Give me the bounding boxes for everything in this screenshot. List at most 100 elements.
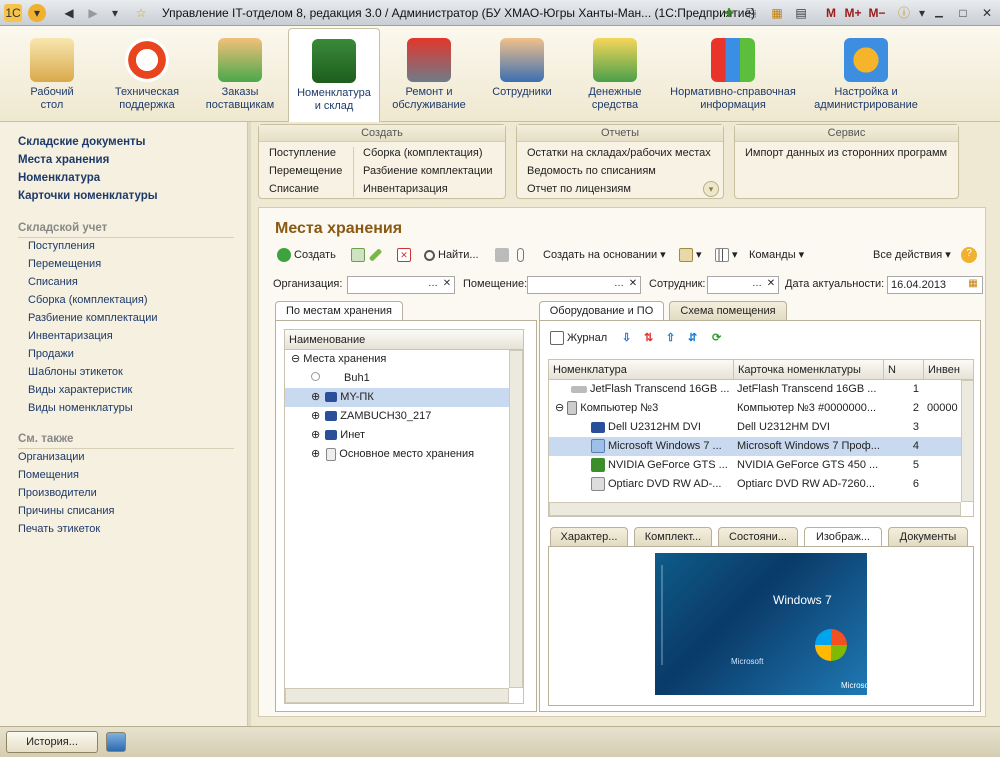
calendar-icon[interactable]: ▦	[966, 277, 980, 293]
section-reference[interactable]: Нормативно-справочная информация	[666, 28, 800, 120]
nav-item[interactable]: Шаблоны этикеток	[28, 366, 123, 378]
copy-button[interactable]	[351, 245, 368, 265]
forward-icon[interactable]: ▶	[84, 4, 102, 22]
nav-item[interactable]: Печать этикеток	[18, 523, 100, 535]
nav-item[interactable]: Перемещения	[28, 258, 101, 270]
report-button[interactable]: ▾	[715, 245, 738, 265]
tree-header[interactable]: Наименование	[285, 330, 523, 350]
calendar-icon[interactable]: ▦	[768, 4, 786, 22]
create-link[interactable]: Перемещение	[269, 165, 342, 177]
favorite-star-icon[interactable]: ☆	[132, 4, 150, 22]
expand-icon[interactable]: ▾	[703, 181, 719, 197]
create-link[interactable]: Поступление	[269, 147, 336, 159]
print-button[interactable]: ▾	[679, 245, 702, 265]
clear-icon[interactable]: ✕	[626, 277, 640, 293]
expand-icon[interactable]: ⊕	[311, 429, 320, 441]
tree-item[interactable]: ⊕ ZAMBUCH30_217	[285, 407, 509, 426]
help-button[interactable]: ?	[961, 245, 980, 265]
edit-button[interactable]	[368, 245, 383, 265]
expand-icon[interactable]: ⊕	[311, 448, 320, 460]
nav-item[interactable]: Продажи	[28, 348, 74, 360]
move-in-button[interactable]: ⇩	[622, 328, 631, 348]
section-support[interactable]: Техническая поддержка	[106, 28, 188, 120]
history-dropdown-icon[interactable]: ▾	[106, 4, 124, 22]
tab-image[interactable]: Изображ...	[804, 527, 882, 546]
section-money[interactable]: Денежные средства	[576, 28, 654, 120]
splitter[interactable]	[247, 122, 251, 726]
memory-button[interactable]: M	[822, 4, 840, 22]
tab-equipment[interactable]: Оборудование и ПО	[539, 301, 664, 320]
info-icon[interactable]: ⓘ	[895, 4, 913, 22]
tab-components[interactable]: Комплект...	[634, 527, 712, 546]
select-icon[interactable]: …	[612, 277, 626, 293]
nav-item[interactable]: Виды характеристик	[28, 384, 132, 396]
nav-item[interactable]: Производители	[18, 487, 97, 499]
tab-documents[interactable]: Документы	[888, 527, 968, 546]
tree-item[interactable]: Buh1	[285, 369, 509, 388]
nav-nomenclature[interactable]: Номенклатура	[18, 172, 100, 184]
sort-button[interactable]: ⇵	[688, 328, 697, 348]
table-row[interactable]: NVIDIA GeForce GTS ... NVIDIA GeForce GT…	[549, 456, 961, 475]
section-nomenclature[interactable]: Номенклатура и склад	[288, 28, 380, 122]
nav-item[interactable]: Сборка (комплектация)	[28, 294, 148, 306]
nav-item[interactable]: Инвентаризация	[28, 330, 113, 342]
col-nomenclature[interactable]: Номенклатура	[553, 360, 733, 380]
tab-by-storage[interactable]: По местам хранения	[275, 301, 403, 320]
grid-vscrollbar[interactable]	[961, 380, 973, 502]
nav-item[interactable]: Списания	[28, 276, 78, 288]
commands-button[interactable]: Команды ▾	[749, 245, 804, 265]
collapse-icon[interactable]: ⊖	[291, 353, 300, 365]
section-admin[interactable]: Настройка и администрирование	[808, 28, 924, 120]
section-desktop[interactable]: Рабочий стол	[12, 28, 92, 120]
create-link[interactable]: Инвентаризация	[363, 183, 448, 195]
back-icon[interactable]: ◀	[60, 4, 78, 22]
create-button[interactable]: Создать	[277, 245, 336, 265]
info-dropdown-icon[interactable]: ▾	[913, 4, 931, 22]
grid-hscrollbar[interactable]	[549, 502, 961, 516]
table-row[interactable]: Microsoft Windows 7 ... Microsoft Window…	[549, 437, 961, 456]
table-row[interactable]: JetFlash Transcend 16GB ... JetFlash Tra…	[549, 380, 961, 399]
date-field[interactable]: 16.04.2013 ▦	[887, 276, 983, 294]
nav-item[interactable]: Поступления	[28, 240, 95, 252]
tree-root[interactable]: ⊖ Места хранения	[285, 350, 509, 369]
org-field[interactable]: … ✕	[347, 276, 455, 294]
windows-list-icon[interactable]	[106, 732, 126, 752]
col-card[interactable]: Карточка номенклатуры	[733, 360, 883, 380]
nav-warehouse-docs[interactable]: Складские документы	[18, 136, 146, 148]
create-based-button[interactable]: Создать на основании ▾	[543, 245, 666, 265]
clear-icon[interactable]: ✕	[440, 277, 454, 293]
nav-item[interactable]: Причины списания	[18, 505, 114, 517]
journal-button[interactable]: Журнал	[550, 328, 607, 348]
minimize-icon[interactable]: ▁	[930, 4, 948, 22]
nav-item[interactable]: Помещения	[18, 469, 79, 481]
tree-item[interactable]: ⊕ Основное место хранения	[285, 445, 509, 464]
table-row[interactable]: ⊖ Компьютер №3 Компьютер №3 #0000000... …	[549, 399, 961, 418]
all-actions-button[interactable]: Все действия ▾	[873, 245, 951, 265]
tree-hscrollbar[interactable]	[285, 688, 509, 703]
report-link[interactable]: Остатки на складах/рабочих местах	[527, 147, 711, 159]
tree-item[interactable]: ⊕ MY-ПК	[285, 388, 509, 407]
history-button[interactable]: История...	[6, 731, 98, 753]
create-link[interactable]: Сборка (комплектация)	[363, 147, 483, 159]
close-icon[interactable]: ✕	[978, 4, 996, 22]
nav-item[interactable]: Организации	[18, 451, 85, 463]
memory-minus-button[interactable]: M−	[866, 4, 888, 22]
expand-icon[interactable]: ⊕	[311, 410, 320, 422]
room-field[interactable]: … ✕	[527, 276, 641, 294]
nav-nomenclature-cards[interactable]: Карточки номенклатуры	[18, 190, 158, 202]
report-link[interactable]: Отчет по лицензиям	[527, 183, 631, 195]
tab-states[interactable]: Состояни...	[718, 527, 798, 546]
move-up-button[interactable]: ⇧	[666, 328, 675, 348]
report-link[interactable]: Ведомость по списаниям	[527, 165, 656, 177]
create-link[interactable]: Разбиение комплектации	[363, 165, 493, 177]
section-employees[interactable]: Сотрудники	[484, 28, 560, 120]
col-inv[interactable]: Инвен	[923, 360, 973, 380]
table-row[interactable]: Dell U2312HM DVI Dell U2312HM DVI 3	[549, 418, 961, 437]
col-n[interactable]: N	[883, 360, 923, 380]
tree-vscrollbar[interactable]	[509, 350, 523, 688]
nav-storage-places[interactable]: Места хранения	[18, 154, 109, 166]
links-icon[interactable]: ⎘	[742, 4, 760, 22]
delete-button[interactable]: ✕	[397, 245, 414, 265]
menu-icon[interactable]: ▾	[28, 4, 46, 22]
refresh-icon[interactable]: ⟳	[712, 328, 721, 348]
